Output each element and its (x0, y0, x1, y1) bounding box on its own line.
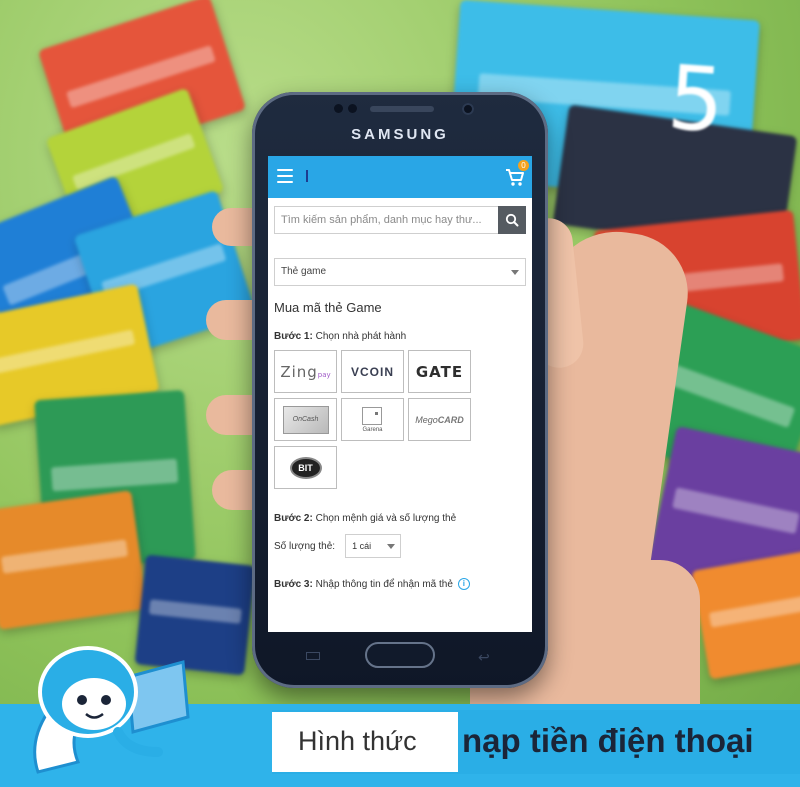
publisher-grid: Zingpay VCOIN GATE OnCash Garena MegoCAR… (274, 350, 532, 489)
step-2-label: Bước 2: (274, 513, 313, 524)
step-1-text: Chọn nhà phát hành (315, 331, 407, 342)
section-title: Mua mã thẻ Game (274, 300, 382, 315)
info-icon[interactable]: i (457, 578, 470, 590)
recent-apps-key-icon[interactable] (306, 652, 320, 660)
quantity-row: Số lượng thẻ: 1 cái (274, 534, 526, 558)
front-camera-icon (462, 103, 474, 115)
publisher-megacard[interactable]: MegoCARD (408, 398, 471, 441)
mascot-character (33, 646, 190, 774)
step-1-label: Bước 1: (274, 331, 313, 342)
banner-bold-text: nạp tiền điện thoại (462, 722, 754, 759)
step-2-heading: Bước 2: Chọn mệnh giá và số lượng thẻ (274, 513, 526, 524)
step-3-text: Nhập thông tin để nhận mã thẻ (315, 578, 453, 590)
step-3-heading: Bước 3: Nhập thông tin để nhận mã thẻ i (274, 578, 526, 590)
garena-logo: Garena (362, 406, 383, 433)
zing-logo: Zingpay (280, 362, 331, 381)
gate-logo: GATE (415, 362, 464, 381)
quantity-label: Số lượng thẻ: (274, 540, 336, 552)
quantity-dropdown-value: 1 cái (352, 541, 372, 551)
home-button[interactable] (365, 642, 435, 668)
publisher-zing[interactable]: Zingpay (274, 350, 337, 393)
light-sensor (348, 104, 357, 113)
search-icon (505, 213, 519, 227)
category-dropdown-value: Thẻ game (281, 266, 327, 277)
vcoin-logo: VCOIN (350, 364, 394, 379)
cart-count-badge: 0 (518, 160, 529, 171)
proximity-sensor (334, 104, 343, 113)
banner-normal-text: Hình thức (298, 726, 417, 756)
search-bar (274, 206, 526, 234)
publisher-bit[interactable]: BIT (274, 446, 337, 489)
chevron-down-icon (387, 544, 396, 549)
oncash-logo: OnCash (282, 405, 329, 434)
logo-icon[interactable] (306, 170, 308, 182)
step-2-text: Chọn mệnh giá và số lượng thẻ (315, 513, 457, 524)
device-brand: SAMSUNG (351, 126, 449, 143)
bit-logo: BIT (289, 456, 322, 479)
quantity-dropdown[interactable]: 1 cái (345, 534, 402, 558)
phone-screen: 0 Thẻ game Mua mã thẻ Game Bước 1: Chọn … (268, 156, 532, 632)
chevron-down-icon (511, 270, 519, 275)
bg-card-orange (0, 490, 148, 630)
megacard-logo: MegoCARD (415, 414, 464, 425)
step-3-label: Bước 3: (274, 578, 313, 590)
step-1-heading: Bước 1: Chọn nhà phát hành (274, 331, 526, 342)
earpiece-speaker (370, 106, 434, 112)
bg-card-value-text: 5 (664, 46, 728, 153)
back-key-icon[interactable]: ↩ (478, 649, 490, 666)
hamburger-menu-icon[interactable] (277, 169, 293, 183)
smartphone: SAMSUNG 0 Tìm kiếm sản phẩm, danh mục ha… (252, 92, 548, 688)
search-input[interactable] (274, 206, 498, 234)
app-header: 0 (268, 156, 532, 198)
publisher-gate[interactable]: GATE (408, 350, 471, 393)
publisher-oncash[interactable]: OnCash (274, 398, 337, 441)
bg-card-orange-right (691, 550, 800, 680)
publisher-garena[interactable]: Garena (341, 398, 404, 441)
publisher-vcoin[interactable]: VCOIN (341, 350, 404, 393)
search-button[interactable] (498, 206, 526, 234)
category-dropdown[interactable]: Thẻ game (274, 258, 526, 286)
